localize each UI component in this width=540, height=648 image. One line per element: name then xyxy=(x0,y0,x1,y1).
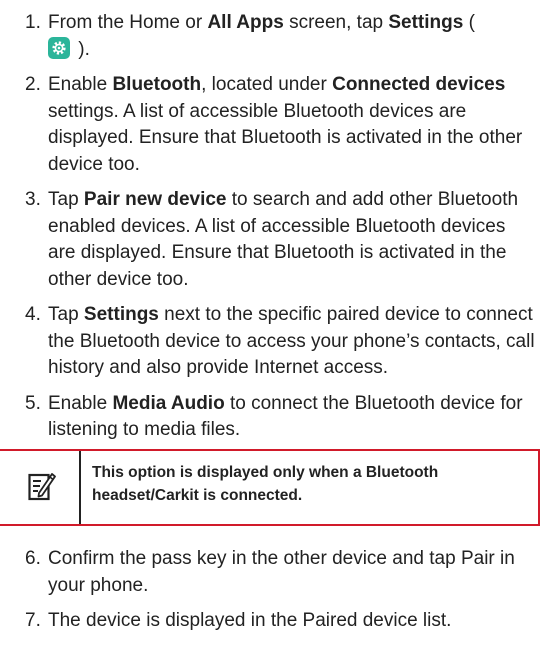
step-text-segment: ). xyxy=(73,38,90,60)
step-text-segment: From the Home or xyxy=(48,12,208,33)
step-number: 3. xyxy=(25,189,41,210)
step-bold-term: Media Audio xyxy=(112,392,225,414)
step-text: Tap Pair new device to search and add ot… xyxy=(48,187,537,293)
step-text-segment: settings. A list of accessible Bluetooth… xyxy=(48,100,523,175)
step-number: 5. xyxy=(25,392,41,414)
step-3: 3. Tap Pair new device to search and add… xyxy=(25,187,537,293)
note-box: This option is displayed only when a Blu… xyxy=(0,449,540,526)
step-number: 4. xyxy=(25,304,41,325)
step-number: 1. xyxy=(25,12,41,33)
step-text: Confirm the pass key in the other device… xyxy=(48,548,515,596)
step-6: 6. Confirm the pass key in the other dev… xyxy=(25,546,537,599)
step-4: 4. Tap Settings next to the specific pai… xyxy=(25,302,537,382)
step-bold-term: Connected devices xyxy=(332,74,506,95)
step-bold-term: Settings xyxy=(83,304,159,325)
step-text: From the Home or All Apps screen, tap Se… xyxy=(48,10,537,63)
step-5: 5. Enable Media Audio to connect the Blu… xyxy=(25,391,537,444)
step-bold-term: Settings xyxy=(388,12,464,33)
step-bold-term: Bluetooth xyxy=(112,74,202,95)
step-text-segment: Tap xyxy=(48,189,84,210)
step-text-segment: Tap xyxy=(48,304,84,325)
step-text: The device is displayed in the Paired de… xyxy=(48,610,452,631)
step-1: 1. From the Home or All Apps screen, tap… xyxy=(25,10,537,63)
step-7: 7. The device is displayed in the Paired… xyxy=(25,608,537,635)
step-text-segment: screen, tap xyxy=(283,12,389,33)
step-text-segment: Enable xyxy=(48,74,113,95)
step-text: Enable Media Audio to connect the Blueto… xyxy=(48,391,537,444)
step-bold-term: Pair new device xyxy=(83,189,227,210)
step-2: 2. Enable Bluetooth, located under Conne… xyxy=(25,72,537,178)
step-text-segment: Enable xyxy=(48,392,113,414)
settings-gear-icon xyxy=(48,36,70,59)
step-text-segment: , located under xyxy=(201,74,333,95)
step-number: 2. xyxy=(25,74,41,95)
step-number: 7. xyxy=(25,610,41,631)
step-number: 6. xyxy=(25,548,41,569)
step-text-segment: ( xyxy=(463,12,475,33)
instruction-steps: 1. From the Home or All Apps screen, tap… xyxy=(25,10,537,453)
note-icon-cell xyxy=(0,451,81,524)
instruction-steps-continued: 6. Confirm the pass key in the other dev… xyxy=(25,546,537,644)
step-bold-term: All Apps xyxy=(207,12,284,33)
step-text: Enable Bluetooth, located under Connecte… xyxy=(48,72,537,178)
note-text: This option is displayed only when a Blu… xyxy=(92,464,439,504)
step-text: Tap Settings next to the specific paired… xyxy=(48,302,537,382)
